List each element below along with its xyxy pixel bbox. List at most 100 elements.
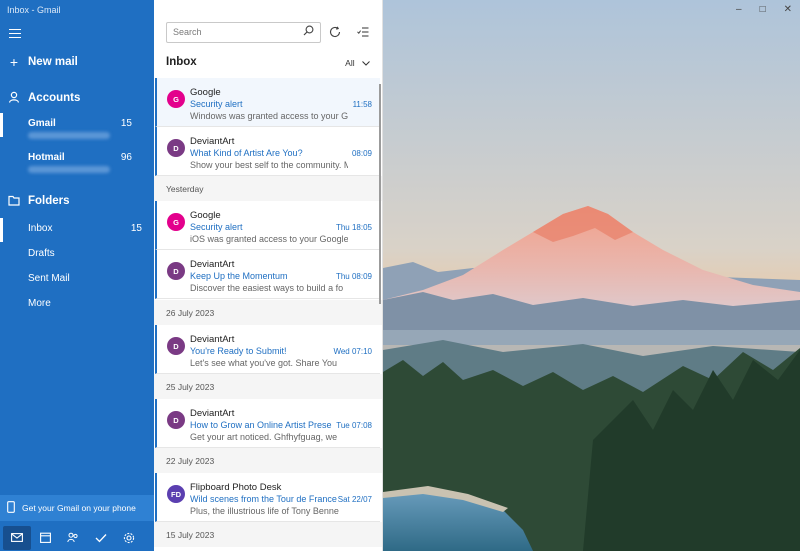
date-divider: 15 July 2023 (154, 522, 382, 547)
folders-header[interactable]: Folders (0, 189, 154, 213)
unread-count: 15 (120, 118, 132, 129)
message-item[interactable]: D DeviantArt How to Grow an Online Artis… (155, 399, 380, 448)
message-item[interactable]: D DeviantArt Keep Up the Momentum Thu 08… (155, 250, 380, 299)
message-sender: Google (190, 210, 221, 221)
folder-name: Inbox (28, 223, 53, 234)
message-subject: You're Ready to Submit! (190, 346, 287, 356)
phone-icon (0, 500, 22, 516)
plus-icon: + (9, 54, 19, 70)
reading-pane-background: – □ ✕ (383, 0, 800, 551)
message-list-pane: Search Inbox All G Google Security alert… (154, 0, 383, 551)
accounts-label: Accounts (28, 92, 81, 104)
window-title: Inbox - Gmail (7, 5, 61, 15)
account-name: Hotmail (28, 152, 65, 163)
search-placeholder: Search (173, 27, 202, 37)
window-controls: – □ ✕ (736, 4, 792, 15)
person-icon (0, 90, 28, 106)
mail-icon[interactable] (3, 525, 31, 550)
account-hotmail[interactable]: Hotmail 96 (0, 152, 154, 188)
account-gmail[interactable]: Gmail 15 (0, 113, 154, 154)
folder-inbox[interactable]: Inbox 15 (0, 218, 154, 243)
app-switcher-bar (0, 524, 154, 551)
avatar: G (167, 213, 185, 231)
date-divider: Yesterday (154, 176, 382, 201)
message-preview: Show your best self to the community. M (190, 160, 348, 170)
search-input[interactable]: Search (166, 22, 321, 43)
message-time: Wed 07:10 (333, 347, 372, 356)
people-icon[interactable] (59, 526, 87, 550)
message-time: Thu 18:05 (335, 223, 372, 232)
message-time: 08:09 (351, 149, 372, 158)
message-time: 11:58 (352, 100, 372, 109)
message-item[interactable]: G Google Security alert Thu 18:05 iOS wa… (155, 201, 380, 250)
unread-count: 15 (130, 223, 142, 234)
account-email-redacted (28, 132, 110, 139)
message-item[interactable]: D DeviantArt What Kind of Artist Are You… (155, 127, 380, 176)
message-preview: Windows was granted access to your Goo (190, 111, 348, 121)
avatar: D (167, 337, 185, 355)
minimize-button[interactable]: – (736, 4, 742, 15)
navigation-pane: Inbox - Gmail + New mail Accounts Gmail … (0, 0, 154, 551)
folder-drafts[interactable]: Drafts (0, 248, 154, 268)
avatar: D (167, 411, 185, 429)
message-subject: What Kind of Artist Are You? (190, 148, 303, 158)
todo-icon[interactable] (87, 526, 115, 550)
folder-name: Sent Mail (28, 273, 70, 284)
new-mail-label: New mail (28, 56, 78, 68)
get-gmail-on-phone-link[interactable]: Get your Gmail on your phone (0, 495, 154, 521)
message-sender: DeviantArt (190, 136, 235, 147)
message-sender: DeviantArt (190, 334, 235, 345)
message-subject: Wild scenes from the Tour de France (190, 494, 337, 504)
close-button[interactable]: ✕ (784, 4, 792, 15)
folder-name: Drafts (28, 248, 55, 259)
calendar-icon[interactable] (31, 526, 59, 550)
chevron-down-icon (362, 58, 370, 68)
folder-more[interactable]: More (0, 298, 154, 318)
folder-name: More (28, 298, 51, 309)
hamburger-menu-icon[interactable] (9, 29, 21, 38)
account-name: Gmail (28, 118, 56, 129)
message-time: Tue 07:08 (336, 421, 372, 430)
unread-count: 96 (120, 152, 132, 163)
message-preview: Plus, the illustrious life of Tony Benne (190, 506, 339, 516)
message-preview: Discover the easiest ways to build a fo (190, 283, 344, 293)
message-subject: Security alert (190, 222, 243, 232)
settings-icon[interactable] (115, 526, 143, 550)
sync-icon[interactable] (329, 26, 341, 41)
message-item[interactable]: D DeviantArt You're Ready to Submit! Wed… (155, 325, 380, 374)
date-divider: 26 July 2023 (154, 300, 382, 325)
message-item[interactable]: FD Flipboard Photo Desk Wild scenes from… (155, 473, 380, 522)
avatar: D (167, 139, 185, 157)
avatar: D (167, 262, 185, 280)
message-sender: DeviantArt (190, 408, 235, 419)
message-sender: DeviantArt (190, 259, 235, 270)
folder-icon (0, 193, 28, 209)
message-preview: Get your art noticed. Ghfhyfguag, we (190, 432, 338, 442)
mountain-landscape-image (383, 0, 800, 551)
message-preview: Let's see what you've got. Share You (190, 358, 338, 368)
message-item[interactable]: G Google Security alert 11:58 Windows wa… (155, 78, 380, 127)
folder-sent-mail[interactable]: Sent Mail (0, 273, 154, 293)
message-subject: Keep Up the Momentum (190, 271, 288, 281)
new-mail-button[interactable]: + New mail (0, 50, 154, 74)
accounts-header[interactable]: Accounts (0, 86, 154, 110)
folder-title: Inbox (166, 56, 197, 68)
avatar: FD (167, 485, 185, 503)
message-subject: How to Grow an Online Artist Prese (190, 420, 332, 430)
account-email-redacted (28, 166, 110, 173)
date-divider: 22 July 2023 (154, 448, 382, 473)
message-time: Sat 22/07 (337, 495, 372, 504)
search-icon[interactable] (303, 25, 314, 39)
maximize-button[interactable]: □ (760, 4, 766, 15)
message-sender: Flipboard Photo Desk (190, 482, 282, 493)
promo-label: Get your Gmail on your phone (22, 503, 136, 513)
message-subject: Security alert (190, 99, 243, 109)
folders-label: Folders (28, 195, 70, 207)
selection-mode-icon[interactable] (357, 26, 369, 41)
message-sender: Google (190, 87, 221, 98)
message-preview: iOS was granted access to your Google (190, 234, 348, 244)
filter-label: All (345, 58, 355, 68)
avatar: G (167, 90, 185, 108)
scrollbar[interactable] (379, 84, 381, 304)
filter-dropdown[interactable]: All (345, 58, 370, 68)
